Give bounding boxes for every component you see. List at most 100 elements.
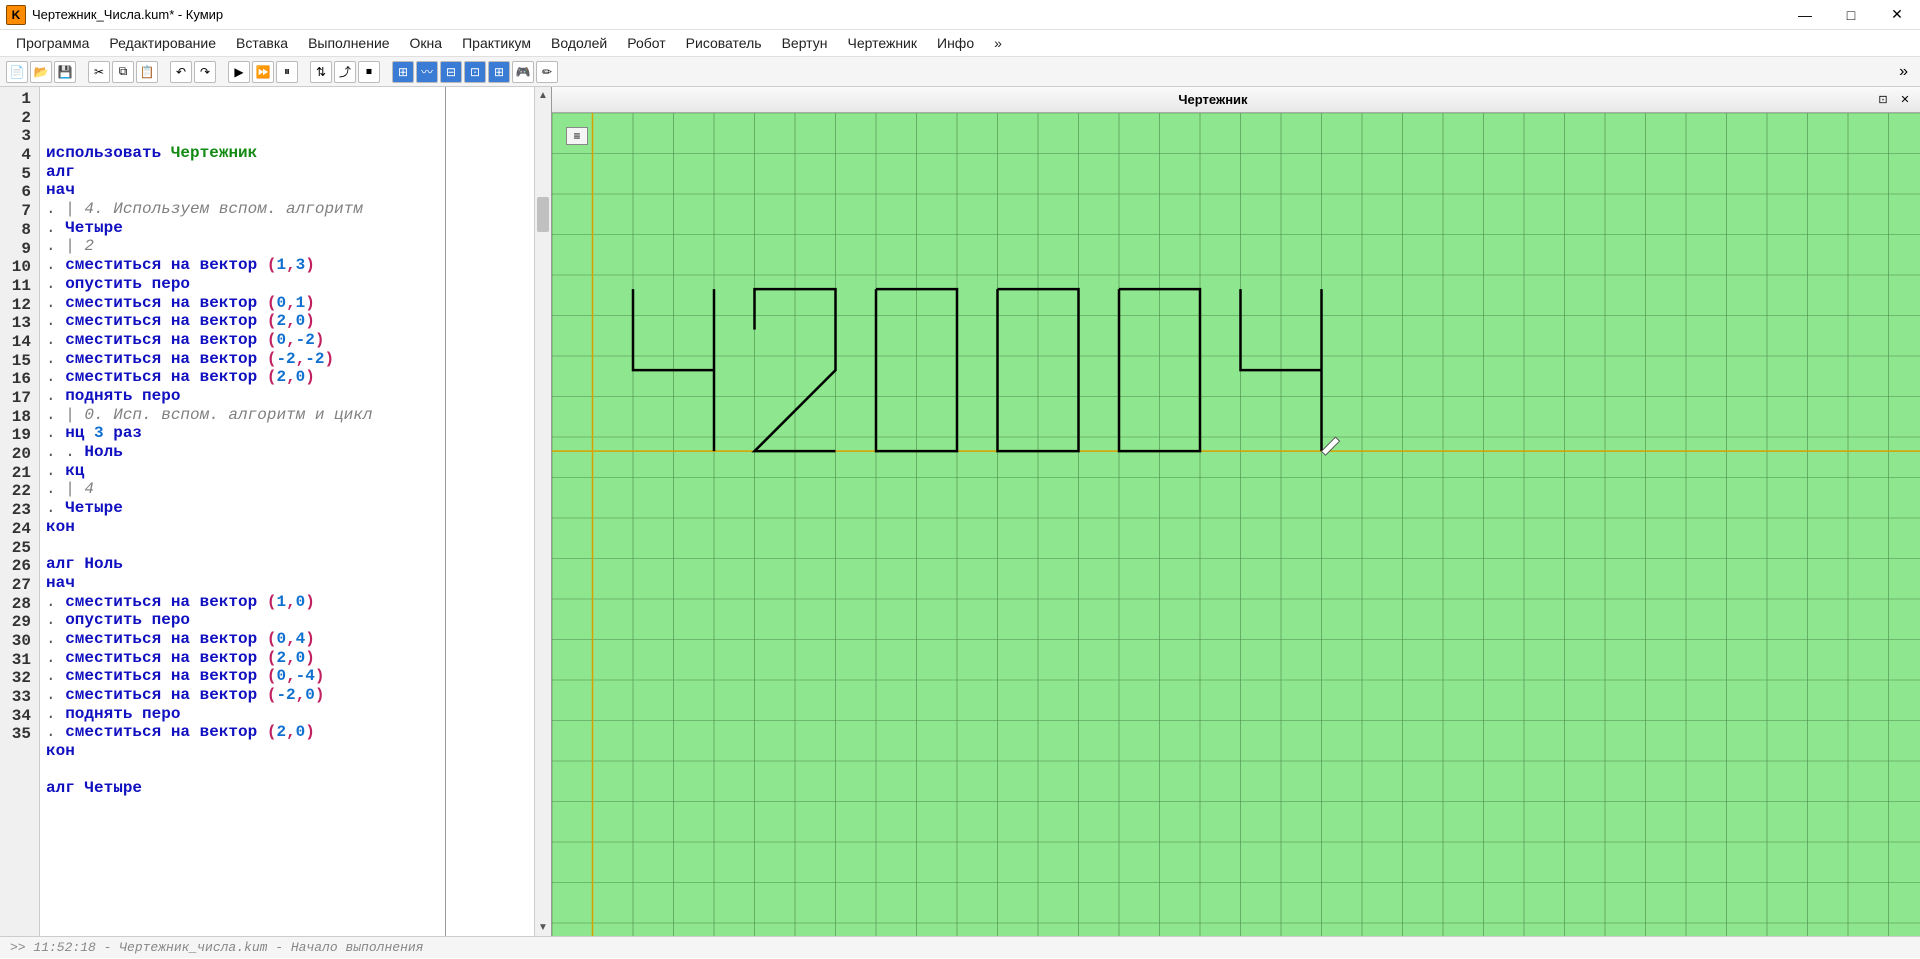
close-button[interactable]: ✕ [1874,0,1920,30]
menu-Чертежник[interactable]: Чертежник [839,33,925,53]
line-number: 4 [0,146,39,165]
maximize-button[interactable]: □ [1828,0,1874,30]
minimize-button[interactable]: — [1782,0,1828,30]
code-line[interactable]: . поднять перо [40,705,534,724]
code-line[interactable]: алг Четыре [40,779,534,798]
editor-pane: 1234567891011121314151617181920212223242… [0,87,552,936]
code-line[interactable]: . сместиться на вектор (0,-4) [40,667,534,686]
code-line[interactable]: . . Ноль [40,443,534,462]
line-number: 35 [0,725,39,744]
undo-icon[interactable]: ↶ [170,61,192,83]
code-line[interactable]: . сместиться на вектор (1,3) [40,256,534,275]
canvas-max-icon[interactable]: ⊡ [1874,93,1892,107]
menu-Редактирование[interactable]: Редактирование [101,33,224,53]
code-line[interactable]: . сместиться на вектор (2,0) [40,312,534,331]
code-line[interactable]: кон [40,518,534,537]
code-editor[interactable]: использовать Чертежникалгнач. | 4. Испол… [40,87,534,936]
scroll-down-icon[interactable]: ▼ [535,919,551,936]
code-line[interactable]: . | 4. Используем вспом. алгоритм [40,200,534,219]
canvas-header: Чертежник ⊡ ✕ [552,87,1920,113]
code-line[interactable]: . поднять перо [40,387,534,406]
run-icon[interactable]: ▶ [228,61,250,83]
toolbar-overflow-icon[interactable]: » [1893,63,1914,81]
code-line[interactable]: нач [40,181,534,200]
code-line[interactable]: . Четыре [40,499,534,518]
code-line[interactable]: алг Ноль [40,555,534,574]
line-number: 13 [0,314,39,333]
step-into-icon[interactable]: ⤴ [334,61,356,83]
code-line[interactable]: . сместиться на вектор (-2,-2) [40,350,534,369]
line-number: 8 [0,221,39,240]
code-line[interactable]: . | 0. Исп. вспом. алгоритм и цикл [40,406,534,425]
code-line[interactable]: . кц [40,462,534,481]
app-icon: K [6,5,26,25]
code-line[interactable]: использовать Чертежник [40,144,534,163]
line-number: 16 [0,370,39,389]
module-1-icon[interactable]: ⊞ [392,61,414,83]
line-number: 26 [0,557,39,576]
code-line[interactable]: . Четыре [40,219,534,238]
paste-icon[interactable]: 📋 [136,61,158,83]
code-line[interactable] [40,761,534,780]
editor-vscrollbar[interactable]: ▲ ▼ [534,87,551,936]
code-line[interactable]: . | 4 [40,480,534,499]
code-line[interactable]: . | 2 [40,237,534,256]
code-line[interactable]: нач [40,574,534,593]
code-line[interactable]: алг [40,163,534,182]
code-line[interactable]: . сместиться на вектор (-2,0) [40,686,534,705]
menu-»[interactable]: » [986,33,1010,53]
line-number: 23 [0,501,39,520]
run-fast-icon[interactable]: ⏩ [252,61,274,83]
pause-icon[interactable]: ⏸ [276,61,298,83]
main-area: 1234567891011121314151617181920212223242… [0,87,1920,936]
menu-Водолей[interactable]: Водолей [543,33,615,53]
line-number: 10 [0,258,39,277]
module-5-icon[interactable]: ⊞ [488,61,510,83]
menu-Окна[interactable]: Окна [402,33,451,53]
menu-Выполнение[interactable]: Выполнение [300,33,397,53]
code-line[interactable]: . сместиться на вектор (0,-2) [40,331,534,350]
code-line[interactable]: . сместиться на вектор (0,1) [40,294,534,313]
module-3-icon[interactable]: ⊟ [440,61,462,83]
menu-Практикум[interactable]: Практикум [454,33,539,53]
module-2-icon[interactable]: 〰 [416,61,438,83]
line-number: 9 [0,240,39,259]
save-file-icon[interactable]: 💾 [54,61,76,83]
menu-Робот[interactable]: Робот [619,33,673,53]
canvas-body[interactable]: ≡ [552,113,1920,936]
stop-icon[interactable]: ⏹ [358,61,380,83]
canvas-title: Чертежник [552,92,1874,107]
code-line[interactable]: . опустить перо [40,275,534,294]
editor-vsplit[interactable] [445,87,446,936]
copy-icon[interactable]: ⧉ [112,61,134,83]
menu-Программа[interactable]: Программа [8,33,97,53]
menu-Вертун[interactable]: Вертун [774,33,836,53]
scroll-thumb[interactable] [537,197,549,232]
line-number: 32 [0,669,39,688]
code-line[interactable]: . сместиться на вектор (1,0) [40,593,534,612]
code-line[interactable] [40,536,534,555]
redo-icon[interactable]: ↷ [194,61,216,83]
canvas-menu-icon[interactable]: ≡ [566,127,588,145]
step-icon[interactable]: ⇅ [310,61,332,83]
status-text: >> 11:52:18 - Чертежник_числа.kum - Нача… [10,940,423,955]
code-line[interactable]: . сместиться на вектор (2,0) [40,649,534,668]
module-6-icon[interactable]: 🎮 [512,61,534,83]
code-line[interactable]: . сместиться на вектор (0,4) [40,630,534,649]
module-7-icon[interactable]: ✏ [536,61,558,83]
code-line[interactable]: . опустить перо [40,611,534,630]
new-file-icon[interactable]: 📄 [6,61,28,83]
menu-Рисователь[interactable]: Рисователь [678,33,770,53]
open-file-icon[interactable]: 📂 [30,61,52,83]
code-line[interactable]: . сместиться на вектор (2,0) [40,723,534,742]
menu-Вставка[interactable]: Вставка [228,33,296,53]
menu-Инфо[interactable]: Инфо [929,33,982,53]
canvas-close-icon[interactable]: ✕ [1896,93,1914,107]
module-4-icon[interactable]: ⊡ [464,61,486,83]
code-line[interactable]: . нц 3 раз [40,424,534,443]
code-line[interactable]: . сместиться на вектор (2,0) [40,368,534,387]
cut-icon[interactable]: ✂ [88,61,110,83]
line-number: 19 [0,426,39,445]
code-line[interactable]: кон [40,742,534,761]
scroll-up-icon[interactable]: ▲ [535,87,551,104]
